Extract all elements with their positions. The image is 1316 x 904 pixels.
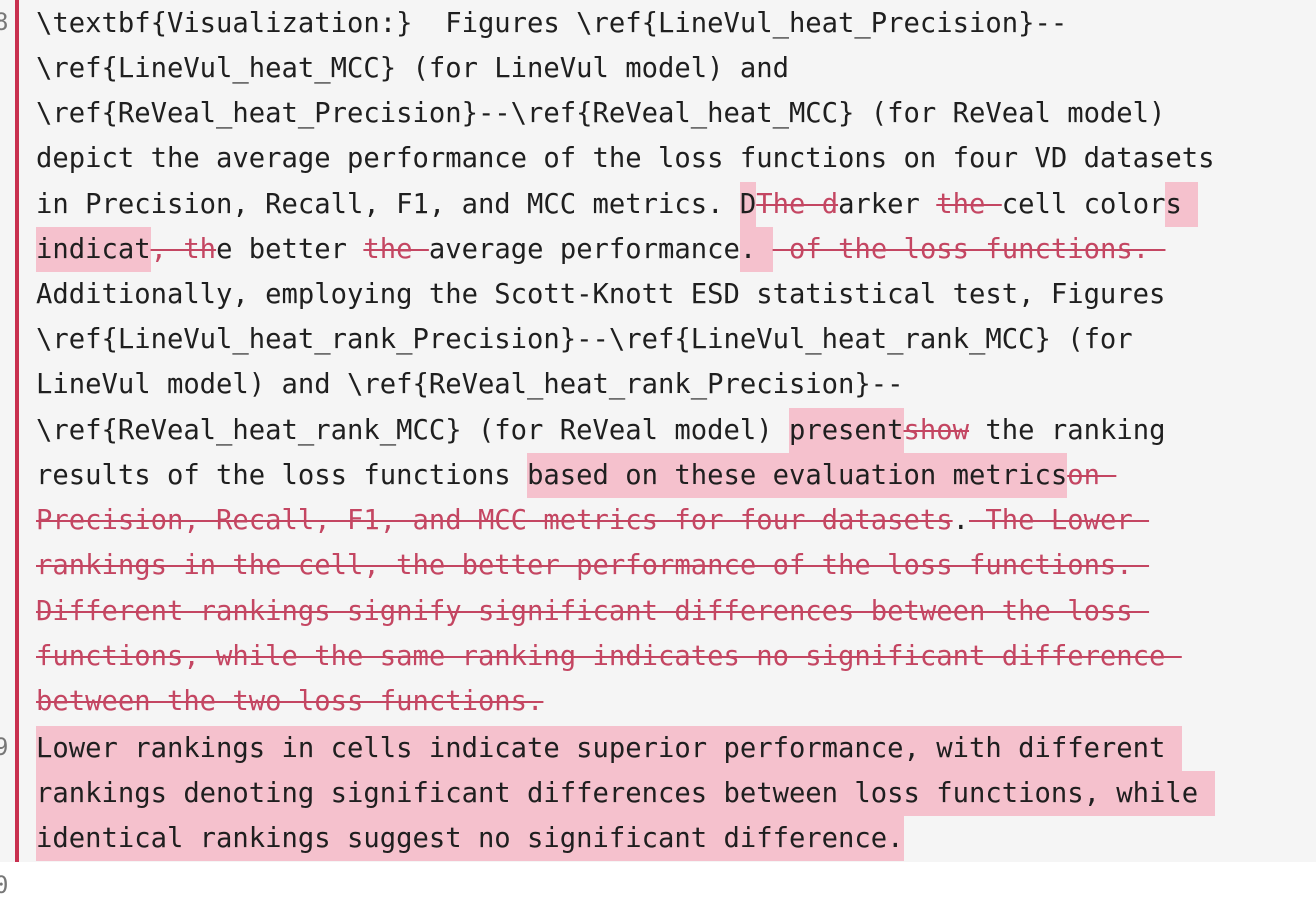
- text-line[interactable]: depict the average performance of the lo…: [36, 136, 1215, 181]
- inserted-text[interactable]: Lower rankings in cells indicate superio…: [36, 726, 1182, 771]
- line-number: 0: [0, 871, 9, 899]
- text-run: depict the average performance of the lo…: [36, 143, 1215, 174]
- text-line[interactable]: indicat, the better the average performa…: [36, 227, 1165, 272]
- text-line[interactable]: results of the loss functions based on t…: [36, 453, 1116, 498]
- text-line[interactable]: Precision, Recall, F1, and MCC metrics f…: [36, 498, 1149, 543]
- deleted-text[interactable]: on: [1067, 460, 1116, 491]
- tracked-paragraph[interactable]: 8 9 \textbf{Visualization:} Figures \ref…: [0, 0, 1316, 862]
- text-line[interactable]: \ref{ReVeal_heat_Precision}--\ref{ReVeal…: [36, 91, 1165, 136]
- text-line[interactable]: rankings in the cell, the better perform…: [36, 543, 1149, 588]
- text-line[interactable]: Lower rankings in cells indicate superio…: [36, 726, 1182, 771]
- text-run: Additionally, employing the Scott-Knott …: [36, 279, 1166, 310]
- text-line[interactable]: \ref{LineVul_heat_rank_Precision}--\ref{…: [36, 317, 1133, 362]
- text-run: .: [952, 505, 969, 536]
- inserted-text[interactable]: present: [788, 408, 904, 453]
- text-run: average performance: [428, 234, 740, 265]
- text-line[interactable]: functions, while the same ranking indica…: [36, 634, 1182, 679]
- deleted-text[interactable]: the: [363, 234, 428, 265]
- text-run: results of the loss functions: [36, 460, 528, 491]
- text-run: cell color: [1001, 189, 1166, 220]
- deleted-text[interactable]: The Lower: [969, 505, 1149, 536]
- text-line[interactable]: LineVul model) and \ref{ReVeal_heat_rank…: [36, 362, 904, 407]
- line-number: 8: [0, 8, 9, 36]
- deleted-text[interactable]: rankings in the cell, the better perform…: [36, 550, 1149, 581]
- deleted-text[interactable]: functions, while the same ranking indica…: [36, 641, 1182, 672]
- text-line[interactable]: \ref{LineVul_heat_MCC} (for LineVul mode…: [36, 46, 789, 91]
- text-run: the ranking: [969, 415, 1166, 446]
- text-line[interactable]: Different rankings signify significant d…: [36, 589, 1149, 634]
- inserted-text[interactable]: rankings denoting significant difference…: [36, 771, 1215, 816]
- text-line[interactable]: \ref{ReVeal_heat_rank_MCC} (for ReVeal m…: [36, 408, 1165, 453]
- inserted-text[interactable]: .: [739, 227, 773, 272]
- inserted-text[interactable]: indicat: [36, 227, 151, 272]
- text-run: e better: [216, 234, 364, 265]
- text-run: \ref{LineVul_heat_MCC} (for LineVul mode…: [36, 53, 789, 84]
- text-run: in Precision, Recall, F1, and MCC metric…: [36, 189, 740, 220]
- text-line[interactable]: Additionally, employing the Scott-Knott …: [36, 272, 1165, 317]
- inserted-text[interactable]: D: [739, 182, 757, 227]
- text-run: \textbf{Visualization:} Figures \ref{Lin…: [36, 8, 1068, 39]
- inserted-text[interactable]: identical rankings suggest no significan…: [36, 816, 904, 861]
- deleted-text[interactable]: The d: [756, 189, 838, 220]
- latex-track-changes-editor[interactable]: 8 9 \textbf{Visualization:} Figures \ref…: [0, 0, 1316, 904]
- deleted-text[interactable]: show: [904, 415, 969, 446]
- inserted-text[interactable]: based on these evaluation metrics: [527, 453, 1068, 498]
- deleted-text[interactable]: between the two loss functions.: [36, 686, 543, 717]
- deleted-text[interactable]: Precision, Recall, F1, and MCC metrics f…: [36, 505, 953, 536]
- change-bar: [15, 0, 19, 862]
- text-line[interactable]: in Precision, Recall, F1, and MCC metric…: [36, 182, 1199, 227]
- text-line[interactable]: identical rankings suggest no significan…: [36, 816, 904, 861]
- inserted-text[interactable]: s: [1165, 182, 1199, 227]
- text-line[interactable]: rankings denoting significant difference…: [36, 771, 1215, 816]
- text-run: \ref{ReVeal_heat_Precision}--\ref{ReVeal…: [36, 98, 1166, 129]
- text-run: \ref{LineVul_heat_rank_Precision}--\ref{…: [36, 324, 1133, 355]
- line-number: 9: [0, 733, 9, 761]
- deleted-text[interactable]: Different rankings signify significant d…: [36, 596, 1149, 627]
- text-run: arker: [838, 189, 937, 220]
- deleted-text[interactable]: , th: [151, 234, 216, 265]
- deleted-text[interactable]: of the loss functions.: [773, 234, 1166, 265]
- text-line[interactable]: between the two loss functions.: [36, 679, 543, 724]
- text-line[interactable]: \textbf{Visualization:} Figures \ref{Lin…: [36, 1, 1067, 46]
- text-run: LineVul model) and \ref{ReVeal_heat_rank…: [36, 369, 904, 400]
- deleted-text[interactable]: the: [936, 189, 1001, 220]
- text-run: \ref{ReVeal_heat_rank_MCC} (for ReVeal m…: [36, 415, 789, 446]
